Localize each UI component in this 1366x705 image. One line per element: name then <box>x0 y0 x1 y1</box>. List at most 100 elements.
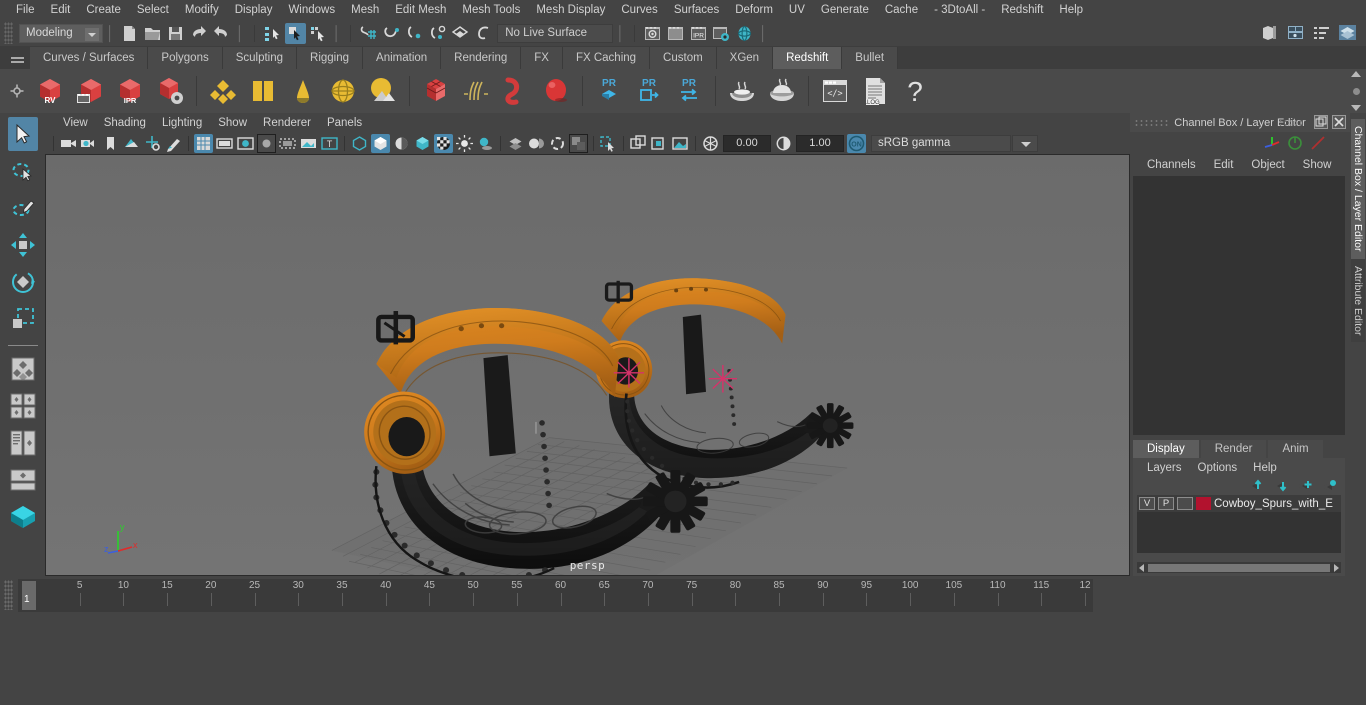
proxy-export-pr-icon[interactable]: PR <box>590 72 628 110</box>
render-current-frame-icon[interactable] <box>642 23 663 44</box>
menu-item-help[interactable]: Help <box>1051 0 1091 20</box>
shelf-tab-polygons[interactable]: Polygons <box>148 47 222 69</box>
menu-set-selector[interactable]: Modeling <box>19 24 103 43</box>
shelf-tab-fx-caching[interactable]: FX Caching <box>563 47 650 69</box>
make-live-icon[interactable] <box>473 23 494 44</box>
manipulator-axis-icon[interactable] <box>1264 135 1280 151</box>
poly-plane-icon[interactable] <box>204 72 242 110</box>
exposure-icon[interactable] <box>701 134 720 153</box>
exposure-value[interactable]: 0.00 <box>723 135 771 152</box>
dome-light-bowl-icon[interactable] <box>723 72 761 110</box>
menu-item-cache[interactable]: Cache <box>877 0 926 20</box>
layer-menu-layers[interactable]: Layers <box>1139 462 1190 474</box>
poly-terrain-icon[interactable] <box>364 72 402 110</box>
shelf-tab-rendering[interactable]: Rendering <box>441 47 521 69</box>
camera-attributes-icon[interactable] <box>80 134 99 153</box>
shaded-wireframe-icon[interactable] <box>392 134 411 153</box>
snap-curve-icon[interactable] <box>381 23 402 44</box>
add-selected-to-layer-icon[interactable] <box>1321 479 1337 492</box>
proxy-swap-pr-icon[interactable]: PR <box>670 72 708 110</box>
menu-item-file[interactable]: File <box>8 0 43 20</box>
layer-menu-help[interactable]: Help <box>1245 462 1285 474</box>
sidebar-toggle-icon[interactable] <box>1260 23 1281 44</box>
view-image-icon[interactable] <box>671 134 690 153</box>
layer-visibility-toggle[interactable]: V <box>1139 497 1155 510</box>
channel-box-menu-show[interactable]: Show <box>1294 159 1341 171</box>
snap-grid-icon[interactable] <box>358 23 379 44</box>
menu-item-curves[interactable]: Curves <box>613 0 665 20</box>
outliner-persp-layout-button[interactable] <box>8 426 38 460</box>
poly-cone-icon[interactable] <box>284 72 322 110</box>
menu-item-surfaces[interactable]: Surfaces <box>666 0 727 20</box>
textured-shading-icon[interactable] <box>413 134 432 153</box>
use-all-lights-icon[interactable] <box>455 134 474 153</box>
select-hierarchy-icon[interactable] <box>262 23 283 44</box>
rotate-tool-button[interactable] <box>8 265 38 299</box>
shelf-options-icon[interactable] <box>4 84 30 98</box>
menu-item-mesh-tools[interactable]: Mesh Tools <box>454 0 528 20</box>
chevron-down-icon[interactable] <box>85 28 99 41</box>
channel-box-menu-channels[interactable]: Channels <box>1138 159 1205 171</box>
shelf-tab-fx[interactable]: FX <box>521 47 563 69</box>
scroll-thumb[interactable] <box>1148 564 1330 572</box>
text-overlay-icon[interactable]: T <box>320 134 339 153</box>
render-sequence-icon[interactable] <box>665 23 686 44</box>
redo-icon[interactable] <box>211 23 232 44</box>
side-tab-channel-box[interactable]: Channel Box / Layer Editor <box>1351 119 1365 259</box>
viewport-render-region-icon[interactable] <box>569 134 588 153</box>
snap-point-icon[interactable] <box>404 23 425 44</box>
layer-list-horizontal-scrollbar[interactable] <box>1137 562 1341 573</box>
shelf-tab-xgen[interactable]: XGen <box>717 47 773 69</box>
layer-row[interactable]: V P Cowboy_Spurs_with_E <box>1137 495 1341 512</box>
xray-icon[interactable] <box>278 134 297 153</box>
poly-sphere-icon[interactable] <box>324 72 362 110</box>
shelf-tab-bullet[interactable]: Bullet <box>842 47 898 69</box>
viewcube-gem-icon[interactable] <box>8 500 38 534</box>
image-plane-icon[interactable] <box>122 134 141 153</box>
help-icon[interactable]: ? <box>896 72 934 110</box>
scroll-left-icon[interactable] <box>1139 564 1144 572</box>
color-space-chevron-down-icon[interactable] <box>1012 135 1038 152</box>
shelf-scroll-controls[interactable] <box>1348 71 1364 111</box>
two-d-pan-zoom-icon[interactable] <box>143 134 162 153</box>
panel-grip-right[interactable] <box>1278 119 1304 126</box>
panel-close-icon[interactable] <box>1332 115 1346 129</box>
grid-toggle-icon[interactable] <box>194 134 213 153</box>
select-camera-icon[interactable] <box>59 134 78 153</box>
attribute-editor-toggle-icon[interactable] <box>1286 23 1307 44</box>
exposure-preview-icon[interactable] <box>299 134 318 153</box>
snap-projected-center-icon[interactable] <box>427 23 448 44</box>
rotate-handle-icon[interactable] <box>1310 135 1326 151</box>
layer-tab-display[interactable]: Display <box>1133 440 1199 458</box>
shelf-tab-redshift[interactable]: Redshift <box>773 47 842 69</box>
single-view-layout-button[interactable] <box>8 352 38 386</box>
copy-view-icon[interactable] <box>650 134 669 153</box>
layer-tab-render[interactable]: Render <box>1201 440 1267 458</box>
render-settings-icon[interactable] <box>711 23 732 44</box>
viewport-menu-renderer[interactable]: Renderer <box>255 117 319 129</box>
status-line-grip[interactable] <box>4 22 13 44</box>
gamma-value[interactable]: 1.00 <box>796 135 844 152</box>
gate-mask-icon[interactable] <box>257 134 276 153</box>
shelf-tab-animation[interactable]: Animation <box>363 47 441 69</box>
layer-shading-toggle[interactable] <box>1177 497 1193 510</box>
channel-box-list[interactable] <box>1133 176 1345 435</box>
shelf-tab-custom[interactable]: Custom <box>650 47 717 69</box>
new-scene-icon[interactable] <box>119 23 140 44</box>
redshift-settings-icon[interactable] <box>151 72 189 110</box>
four-view-layout-button[interactable] <box>8 389 38 423</box>
menu-item-deform[interactable]: Deform <box>727 0 781 20</box>
smooth-shading-icon[interactable] <box>371 134 390 153</box>
shelf-menu-icon[interactable] <box>4 47 30 69</box>
panel-restore-icon[interactable] <box>1314 115 1328 129</box>
move-layer-down-icon[interactable] <box>1271 479 1287 492</box>
color-management-toggle-icon[interactable]: ON <box>847 134 866 153</box>
menu-item-display[interactable]: Display <box>227 0 281 20</box>
layer-tab-anim[interactable]: Anim <box>1268 440 1322 458</box>
viewport-menu-lighting[interactable]: Lighting <box>154 117 210 129</box>
anti-alias-icon[interactable] <box>527 134 546 153</box>
log-file-icon[interactable]: .LOG <box>856 72 894 110</box>
poly-cube-icon[interactable] <box>244 72 282 110</box>
film-gate-icon[interactable] <box>215 134 234 153</box>
scale-circle-icon[interactable] <box>1287 135 1303 151</box>
